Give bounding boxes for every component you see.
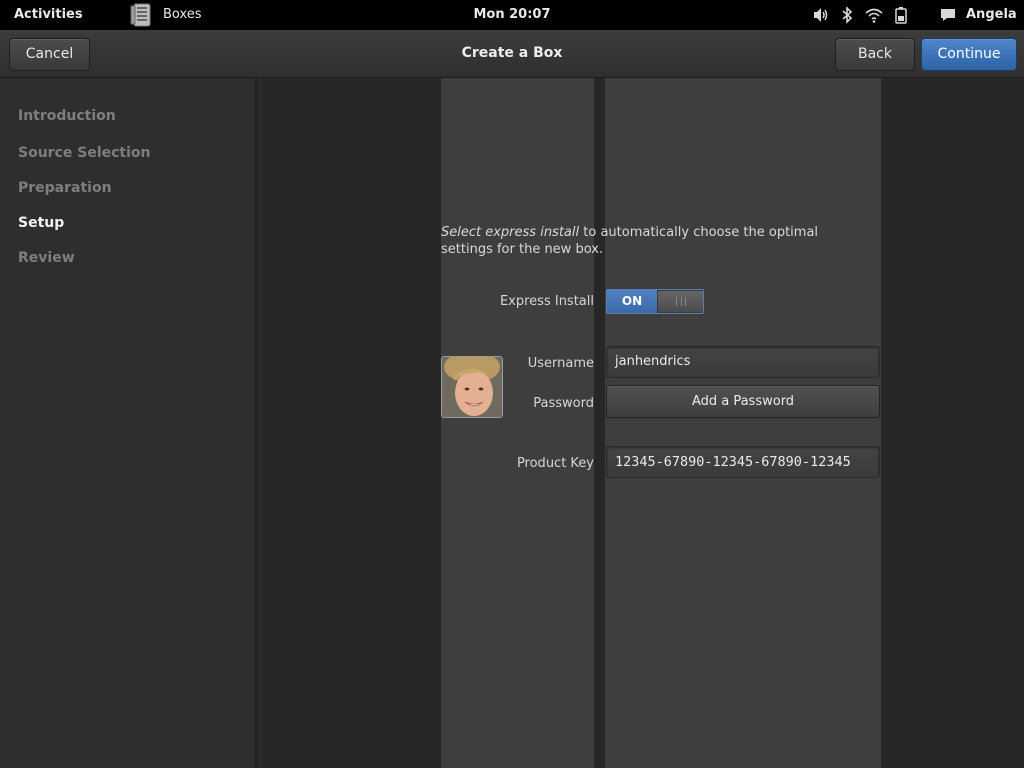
battery-icon[interactable]: [892, 6, 910, 24]
bluetooth-icon[interactable]: [840, 6, 854, 24]
sidebar-item-introduction: Introduction: [18, 108, 116, 124]
express-install-label: Express Install: [499, 294, 594, 309]
continue-button[interactable]: Continue: [921, 38, 1017, 71]
sidebar-item-source-selection: Source Selection: [18, 145, 151, 161]
chat-icon[interactable]: [939, 6, 957, 24]
username-label: Username: [527, 356, 594, 371]
sidebar-item-setup: Setup: [18, 215, 65, 231]
switch-on-label: ON: [607, 290, 657, 313]
user-menu[interactable]: Angela: [966, 7, 1017, 22]
header-bar: Cancel Create a Box Back Continue: [0, 30, 1024, 78]
wizard-sidebar: Introduction Source Selection Preparatio…: [0, 78, 258, 768]
sidebar-item-review: Review: [18, 250, 75, 266]
wifi-icon[interactable]: [865, 6, 883, 24]
top-bar: Activities Boxes Mon 20:07 Angela: [0, 0, 1024, 30]
product-key-input[interactable]: 12345-67890-12345-67890-12345: [606, 446, 880, 478]
add-password-button[interactable]: Add a Password: [606, 385, 880, 418]
description-emphasis: Select express install: [441, 225, 580, 240]
product-key-label: Product Key: [516, 456, 594, 471]
username-input[interactable]: janhendrics: [606, 346, 880, 378]
sidebar-item-preparation: Preparation: [18, 180, 112, 196]
switch-knob[interactable]: [658, 291, 703, 312]
express-install-switch[interactable]: ON: [606, 289, 704, 314]
password-label: Password: [533, 396, 594, 411]
grip-icon: [676, 297, 686, 306]
back-button[interactable]: Back: [835, 38, 915, 71]
volume-icon[interactable]: [812, 6, 830, 24]
express-install-description: Select express install to automatically …: [441, 224, 871, 258]
content-area: [261, 78, 1024, 768]
